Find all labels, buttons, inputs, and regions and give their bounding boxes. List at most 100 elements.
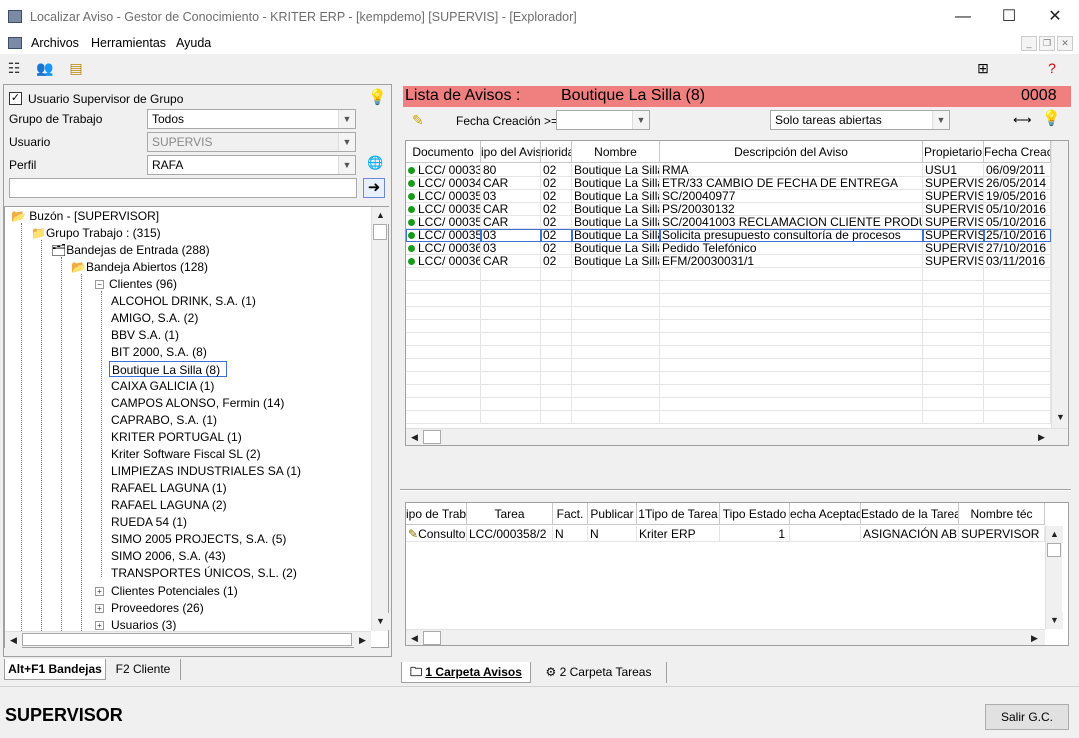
scroll-right-icon[interactable]: ▶ <box>354 632 371 648</box>
notes-icon[interactable]: ▤ <box>66 58 86 78</box>
tree-client-item[interactable]: RUEDA 54 (1) <box>111 514 187 530</box>
scroll-right-icon[interactable]: ▶ <box>1033 429 1050 445</box>
tree-client-item[interactable]: CAMPOS ALONSO, Fermin (14) <box>111 395 284 411</box>
tab-carpeta-tareas[interactable]: ⚙ 2 Carpeta Tareas <box>531 662 667 683</box>
scroll-down-icon[interactable]: ▼ <box>1046 612 1063 629</box>
aviso-row[interactable]: LCC/ 00033 80 02 Boutique La Silla RMA USU1 06… <box>406 164 1051 177</box>
scroll-right-icon[interactable]: ▶ <box>1026 630 1043 645</box>
expand-icon[interactable]: ⊞ <box>973 58 993 78</box>
scroll-thumb[interactable] <box>423 631 441 645</box>
scroll-thumb[interactable] <box>373 224 387 240</box>
column-header[interactable]: Publicar <box>588 503 637 525</box>
scroll-left-icon[interactable]: ◀ <box>406 630 423 645</box>
column-header[interactable]: Fecha Creacio <box>984 141 1051 163</box>
tree-client-item[interactable]: KRITER PORTUGAL (1) <box>111 429 242 445</box>
expand-icon[interactable]: + <box>95 604 104 613</box>
help-icon[interactable]: ? <box>1042 58 1062 78</box>
eraser-icon[interactable]: ✎ <box>412 112 424 129</box>
expand-icon[interactable]: + <box>95 587 104 596</box>
avisos-hscroll[interactable]: ◀ ▶ <box>406 428 1068 445</box>
date-filter-select[interactable]: ▼ <box>556 110 650 130</box>
tree-root[interactable]: 📂 Buzón - [SUPERVISOR] <box>11 208 159 224</box>
splitter[interactable] <box>400 489 1071 491</box>
minimize-button[interactable]: — <box>940 0 986 34</box>
tree-client-item[interactable]: CAPRABO, S.A. (1) <box>111 412 217 428</box>
column-header[interactable]: Tarea <box>467 503 553 525</box>
tree-client-item[interactable]: ALCOHOL DRINK, S.A. (1) <box>111 293 256 309</box>
aviso-row[interactable]: LCC/ 00035 CAR 02 Boutique La Silla PS/20030… <box>406 203 1051 216</box>
tree-clients[interactable]: Clientes (96) <box>109 276 177 292</box>
column-header[interactable]: Descripción del Aviso <box>660 141 923 163</box>
exit-button[interactable]: Salir G.C. <box>985 704 1069 730</box>
column-header[interactable]: Propietario <box>923 141 984 163</box>
scroll-left-icon[interactable]: ◀ <box>5 632 22 648</box>
close-button[interactable]: ✕ <box>1032 0 1078 34</box>
tab-bandejas[interactable]: Alt+F1 Bandejas <box>4 659 106 680</box>
aviso-row[interactable]: LCC/ 00035 CAR 02 Boutique La Silla SC/20041… <box>406 216 1051 229</box>
scroll-down-icon[interactable]: ▼ <box>372 613 389 630</box>
tree-client-item[interactable]: SIMO 2006, S.A. (43) <box>111 548 226 564</box>
tree-group[interactable]: 📁Grupo Trabajo : (315) <box>31 225 161 241</box>
column-header[interactable]: echa Aceptad <box>790 503 861 525</box>
lightbulb-icon[interactable]: 💡 <box>1042 109 1061 127</box>
column-header[interactable]: Nombre téc <box>959 503 1045 525</box>
avisos-vscroll[interactable]: ▼ <box>1051 141 1068 428</box>
search-input[interactable] <box>9 178 357 198</box>
tab-carpeta-avisos[interactable]: 🗀 1 Carpeta Avisos <box>401 662 531 683</box>
scroll-thumb[interactable] <box>1047 543 1061 557</box>
tree-collapsed-item[interactable]: Proveedores (26) <box>111 600 204 616</box>
lightbulb-icon[interactable]: 💡 <box>368 88 387 106</box>
tree-client-item[interactable]: RAFAEL LAGUNA (2) <box>111 497 227 513</box>
tree-client-item[interactable]: BBV S.A. (1) <box>111 327 179 343</box>
maximize-button[interactable]: ☐ <box>986 0 1032 34</box>
users-icon[interactable]: 👥 <box>35 58 55 78</box>
scroll-left-icon[interactable]: ◀ <box>406 429 423 445</box>
tree-client-item[interactable]: CAIXA GALICIA (1) <box>111 378 214 394</box>
collapse-icon[interactable]: − <box>95 280 104 289</box>
column-header[interactable]: ipo del Avis <box>481 141 541 163</box>
aviso-row[interactable]: LCC/ 00035 03 02 Boutique La Silla Solicita … <box>406 229 1051 242</box>
tree-client-item-selected[interactable]: Boutique La Silla (8) <box>109 361 227 377</box>
column-header[interactable]: ipo de Trab <box>406 503 467 525</box>
aviso-row[interactable]: LCC/ 00036 03 02 Boutique La Silla Pedido Te… <box>406 242 1051 255</box>
scroll-up-icon[interactable]: ▲ <box>372 207 389 224</box>
column-header[interactable]: Documento <box>406 141 481 163</box>
scroll-thumb[interactable] <box>423 430 441 444</box>
globe-icon[interactable]: 🌐 <box>367 155 383 171</box>
task-row[interactable]: ✎Consulto LCC/000358/2 N N Kriter ERP 1 … <box>406 526 1045 542</box>
tree-client-item[interactable]: SIMO 2005 PROJECTS, S.A. (5) <box>111 531 286 547</box>
tree-view-icon[interactable]: ☷ <box>4 58 24 78</box>
tree-client-item[interactable]: LIMPIEZAS INDUSTRIALES SA (1) <box>111 463 301 479</box>
tree-client-item[interactable]: AMIGO, S.A. (2) <box>111 310 198 326</box>
scroll-down-icon[interactable]: ▼ <box>1052 409 1068 426</box>
tree-open-tray[interactable]: 📂Bandeja Abiertos (128) <box>71 259 208 275</box>
menu-archivos[interactable]: Archivos <box>31 36 79 50</box>
child-window-icon[interactable] <box>8 37 22 49</box>
tareas-vscroll[interactable]: ▲ ▼ <box>1045 526 1063 629</box>
group-select[interactable]: Todos ▼ <box>147 109 356 129</box>
tree-collapsed-item[interactable]: Clientes Potenciales (1) <box>111 583 238 599</box>
column-header[interactable]: Tipo Estado <box>720 503 790 525</box>
tareas-hscroll[interactable]: ◀ ▶ <box>406 629 1045 645</box>
column-header[interactable]: Fact. <box>553 503 588 525</box>
profile-select[interactable]: RAFA ▼ <box>147 155 356 175</box>
resize-columns-icon[interactable]: ⟷ <box>1013 112 1032 128</box>
column-header[interactable]: Estado de la Tarea <box>861 503 959 525</box>
tree-vscroll[interactable]: ▲ ▼ <box>371 207 389 631</box>
aviso-row[interactable]: LCC/ 00035 03 02 Boutique La Silla SC/200409… <box>406 190 1051 203</box>
tab-cliente[interactable]: F2 Cliente <box>106 659 181 680</box>
mdi-restore-button[interactable]: ❐ <box>1039 36 1055 51</box>
aviso-row[interactable]: LCC/ 00036 CAR 02 Boutique La Silla EFM/2003… <box>406 255 1051 268</box>
tree-client-item[interactable]: BIT 2000, S.A. (8) <box>111 344 207 360</box>
column-header[interactable]: riorida <box>541 141 572 163</box>
supervisor-checkbox[interactable]: ✓ <box>9 92 22 105</box>
go-arrow-button[interactable]: ➜ <box>363 178 385 198</box>
tree-client-item[interactable]: RAFAEL LAGUNA (1) <box>111 480 227 496</box>
mdi-close-button[interactable]: ✕ <box>1057 36 1073 51</box>
column-header[interactable]: Nombre <box>572 141 660 163</box>
menu-ayuda[interactable]: Ayuda <box>176 36 211 50</box>
expand-icon[interactable]: + <box>95 621 104 630</box>
tree-client-item[interactable]: Kriter Software Fiscal SL (2) <box>111 446 261 462</box>
tree-hscroll[interactable]: ◀ ▶ <box>5 631 371 648</box>
mdi-minimize-button[interactable]: _ <box>1021 36 1037 51</box>
